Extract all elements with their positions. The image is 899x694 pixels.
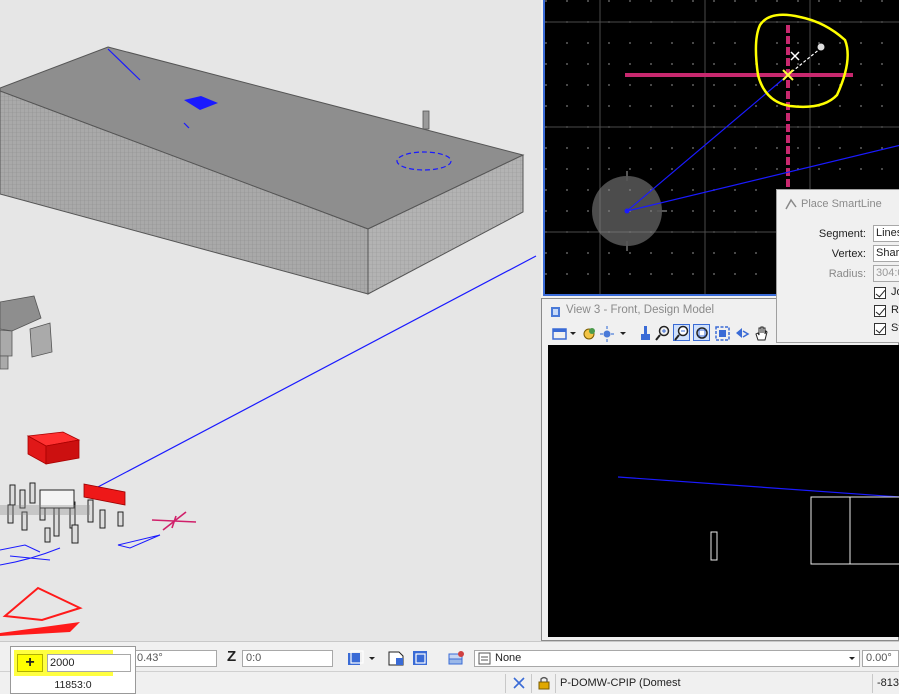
keyin-sub-value: 11853:0 [54, 679, 92, 691]
level-icon [478, 652, 491, 665]
lighting-icon[interactable] [598, 324, 615, 342]
angle-field[interactable]: 0.43° [133, 650, 217, 667]
rotate-checkbox[interactable] [874, 305, 886, 317]
smartline-title-text: Place SmartLine [801, 198, 882, 210]
close-icon[interactable] [512, 676, 526, 690]
z-field[interactable]: 0:0 [242, 650, 333, 667]
smartline-title-bar[interactable]: Place SmartLine [783, 195, 898, 213]
view-rotation-icon[interactable] [346, 649, 364, 667]
accudraw-keyin-popup[interactable]: + 2000 11853:0 [10, 646, 136, 694]
radius-input[interactable]: 304:0 [873, 265, 899, 282]
isometric-view[interactable] [0, 0, 541, 641]
radius-label: Radius: [828, 268, 866, 280]
long-blue-line [95, 255, 537, 489]
plus-button[interactable]: + [17, 654, 43, 672]
view-icon [550, 304, 561, 317]
view3-canvas[interactable] [548, 345, 899, 637]
start-checkbox-label: St [891, 322, 899, 334]
distance-input[interactable]: 2000 [47, 654, 131, 672]
level-select[interactable]: None [474, 650, 860, 667]
view3-window[interactable]: View 3 - Front, Design Model [541, 298, 899, 641]
brush-icon[interactable] [636, 324, 653, 341]
end-angle-field[interactable]: 0.00° [862, 650, 899, 667]
chevron-down-icon[interactable] [618, 324, 626, 341]
context-rotate-icon[interactable] [411, 649, 429, 667]
vertex-label: Vertex: [831, 248, 866, 260]
view-attributes-icon[interactable] [550, 324, 567, 341]
vertex-select[interactable]: Sharp [873, 245, 899, 262]
zoom-in-icon[interactable] [654, 324, 671, 341]
join-checkbox[interactable] [874, 287, 886, 299]
place-smartline-dialog[interactable]: Place SmartLine Segment: Lines Vertex: S… [776, 189, 899, 343]
segment-label: Segment: [818, 228, 866, 240]
chevron-down-icon[interactable] [847, 652, 857, 665]
window-area-icon[interactable] [693, 324, 710, 341]
chevron-down-icon[interactable] [568, 324, 576, 341]
smartline-tool-icon [785, 198, 797, 210]
active-level-text[interactable]: P-DOMW-CPIP (Domest [560, 677, 681, 689]
level-manager-icon[interactable] [447, 649, 465, 667]
rotate-checkbox-label: Ro [891, 304, 899, 316]
join-checkbox-label: Jo [891, 286, 899, 298]
rotate-view-icon[interactable] [732, 324, 750, 341]
segment-select[interactable]: Lines [873, 225, 899, 242]
zoom-out-icon[interactable] [673, 324, 690, 341]
start-checkbox[interactable] [874, 323, 886, 335]
coordinate-readout: -813 [877, 677, 899, 689]
drawing-plane-icon[interactable] [387, 649, 405, 667]
chevron-down-icon[interactable] [368, 649, 376, 667]
display-style-icon[interactable] [580, 324, 597, 341]
z-label: Z [227, 648, 237, 665]
fit-view-icon[interactable] [713, 324, 730, 341]
lock-icon[interactable] [538, 676, 550, 690]
view3-title-text: View 3 - Front, Design Model [566, 304, 715, 316]
pan-hand-icon[interactable] [752, 324, 769, 341]
isometric-canvas[interactable] [0, 0, 541, 641]
